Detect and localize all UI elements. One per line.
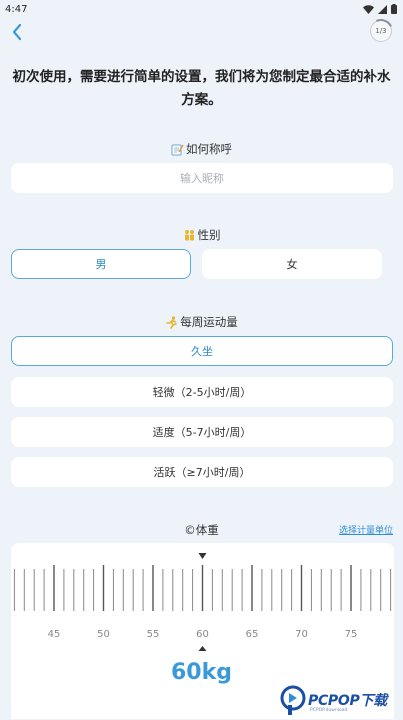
ruler-tick-label: 65 — [246, 629, 259, 640]
exercise-option-label: 适度（5-7小时/周） — [152, 426, 252, 439]
ruler-tick-label: 55 — [147, 629, 160, 640]
intro-line-1: 初次使用，需要进行简单的设置，我们将为您制定最合适的补水 — [12, 69, 391, 85]
intro-text: 初次使用，需要进行简单的设置，我们将为您制定最合适的补水 方案。 — [10, 66, 393, 112]
unit-select-link[interactable]: 选择计量单位 — [339, 523, 393, 536]
nickname-label-text: 如何称呼 — [186, 142, 232, 156]
nickname-placeholder: 输入昵称 — [180, 172, 224, 185]
cell-signal-icon — [378, 4, 387, 14]
step-progress-text: 1/3 — [375, 27, 387, 35]
exercise-label-text: 每周运动量 — [180, 315, 238, 329]
exercise-option-sedentary[interactable]: 久坐 — [11, 336, 393, 366]
nickname-label: 如何称呼 — [0, 141, 403, 157]
gender-label: 性别 — [0, 227, 403, 243]
intro-line-2: 方案。 — [181, 92, 222, 108]
gender-male-label: 男 — [95, 258, 107, 271]
ruler-tick-label: 45 — [48, 629, 61, 640]
ruler-tick-label: 70 — [295, 629, 308, 640]
people-icon — [184, 229, 194, 240]
ruler-tick-label: 75 — [345, 629, 358, 640]
watermark-brand: PCPOP下载 — [308, 693, 387, 709]
status-time: 4:47 — [5, 3, 28, 15]
ruler-top-indicator-icon — [198, 553, 207, 559]
status-bar: 4:47 — [0, 0, 403, 18]
note-icon — [171, 144, 184, 155]
exercise-option-label: 轻微（2-5小时/周） — [152, 386, 252, 399]
gender-female-button[interactable]: 女 — [202, 249, 382, 279]
watermark: PCPOP下载 PCPOP.download — [280, 685, 402, 720]
weight-header: ©体重 选择计量单位 — [0, 522, 403, 538]
gender-female-label: 女 — [286, 258, 298, 271]
battery-icon — [391, 4, 397, 14]
running-icon — [166, 315, 178, 329]
status-icons — [363, 4, 397, 14]
ruler-bottom-indicator-icon — [198, 646, 207, 651]
nav-bar: 1/3 — [0, 18, 403, 46]
watermark-sub: PCPOP.download — [310, 708, 348, 713]
nickname-input[interactable]: 输入昵称 — [11, 163, 393, 193]
ruler-tick-label: 60 — [196, 629, 209, 640]
exercise-label: 每周运动量 — [0, 314, 403, 330]
gender-label-text: 性别 — [197, 228, 221, 242]
wifi-icon — [363, 4, 374, 14]
exercise-option-label: 久坐 — [191, 345, 213, 358]
ruler-tick-label: 50 — [97, 629, 110, 640]
pcpop-logo-icon — [280, 685, 306, 715]
step-progress-badge: 1/3 — [370, 20, 392, 42]
exercise-option-light[interactable]: 轻微（2-5小时/周） — [11, 377, 393, 407]
weight-value: 60kg — [171, 660, 232, 685]
gender-male-button[interactable]: 男 — [11, 249, 191, 279]
exercise-option-label: 活跃（≥7小时/周） — [153, 466, 251, 479]
back-arrow-icon[interactable] — [9, 22, 27, 42]
exercise-option-moderate[interactable]: 适度（5-7小时/周） — [11, 417, 393, 447]
exercise-option-active[interactable]: 活跃（≥7小时/周） — [11, 457, 393, 487]
